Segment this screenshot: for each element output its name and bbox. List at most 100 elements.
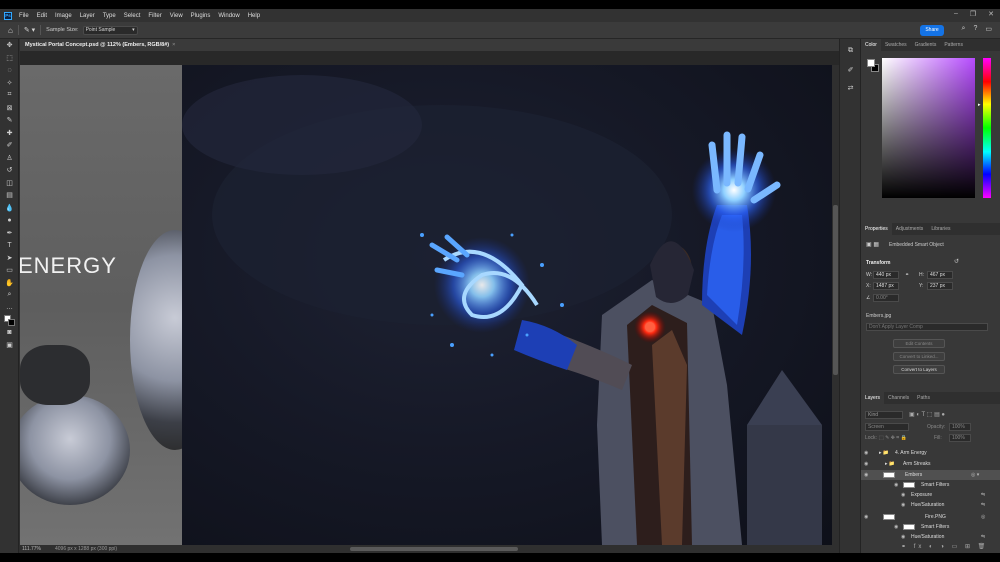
- visibility-eye-icon[interactable]: ◉: [901, 532, 905, 542]
- tab-color[interactable]: Color: [861, 39, 881, 51]
- adjust-panel-icon[interactable]: ⇄: [840, 82, 861, 95]
- lock-icons[interactable]: ⬚ ✎ ✥ ⌗ 🔒: [879, 435, 907, 441]
- layer-row[interactable]: ◉ Exposure ⇋: [861, 490, 1000, 500]
- filter-options-icon[interactable]: ⇋: [981, 490, 985, 500]
- menu-layer[interactable]: Layer: [76, 13, 99, 19]
- brush-tool-icon[interactable]: ✐: [0, 139, 19, 152]
- filter-options-icon[interactable]: ⇋: [981, 532, 985, 542]
- path-select-tool-icon[interactable]: ➤: [0, 252, 19, 265]
- brush-settings-icon[interactable]: ✐: [840, 64, 861, 77]
- workspace-icon[interactable]: ▭: [985, 25, 992, 33]
- visibility-eye-icon[interactable]: ◉: [864, 512, 868, 522]
- help-icon[interactable]: ?: [973, 25, 977, 33]
- angle-field[interactable]: 0.00°: [873, 294, 899, 302]
- x-field[interactable]: 1487 px: [873, 282, 899, 290]
- tab-paths[interactable]: Paths: [913, 392, 934, 404]
- visibility-eye-icon[interactable]: ◉: [864, 459, 868, 469]
- tab-channels[interactable]: Channels: [884, 392, 913, 404]
- gradient-tool-icon[interactable]: ▤: [0, 189, 19, 202]
- foreground-color-swatch[interactable]: [867, 59, 875, 67]
- layer-row[interactable]: ◉ Smart Filters: [861, 522, 1000, 532]
- height-field[interactable]: 467 px: [927, 271, 953, 279]
- menu-edit[interactable]: Edit: [33, 13, 51, 19]
- layer-comp-select[interactable]: Don't Apply Layer Comp: [866, 323, 988, 331]
- menu-window[interactable]: Window: [214, 13, 243, 19]
- lasso-tool-icon[interactable]: ◌: [0, 64, 19, 77]
- layer-row[interactable]: ◉ Hue/Saturation ⇋: [861, 500, 1000, 510]
- screen-mode-icon[interactable]: ▣: [0, 339, 19, 352]
- more-tools-icon[interactable]: …: [0, 302, 19, 315]
- tab-properties[interactable]: Properties: [861, 223, 892, 235]
- document-tab[interactable]: Mystical Portal Concept.psd @ 112% (Embe…: [20, 39, 839, 51]
- layer-row[interactable]: ◉ Smart Filters: [861, 480, 1000, 490]
- eyedropper-tool-icon[interactable]: ✎ ▾: [24, 26, 35, 34]
- vertical-scrollbar[interactable]: [832, 65, 839, 545]
- restore-icon[interactable]: ❐: [970, 10, 976, 18]
- layer-filter-kind[interactable]: Kind: [865, 411, 903, 419]
- visibility-eye-icon[interactable]: ◉: [864, 448, 868, 458]
- menu-type[interactable]: Type: [99, 13, 120, 19]
- tab-swatches[interactable]: Swatches: [881, 39, 911, 51]
- layer-filter-icons[interactable]: ▣ ◐ T ⬚ ▤ ●: [909, 411, 945, 418]
- tab-patterns[interactable]: Patterns: [940, 39, 967, 51]
- quick-select-tool-icon[interactable]: ✧: [0, 77, 19, 90]
- y-field[interactable]: 237 px: [927, 282, 953, 290]
- blur-tool-icon[interactable]: 💧: [0, 202, 19, 215]
- menu-select[interactable]: Select: [120, 13, 145, 19]
- tab-adjustments[interactable]: Adjustments: [892, 223, 928, 235]
- layer-row[interactable]: ◉ Fire.PNG ◎: [861, 512, 1000, 522]
- close-icon[interactable]: ✕: [988, 10, 994, 18]
- layers-footer-icons[interactable]: ⚭ fx ◐ ◑ ▭ ⊞ 🗑: [901, 543, 988, 550]
- blend-mode-select[interactable]: Screen: [865, 423, 909, 431]
- dodge-tool-icon[interactable]: ●: [0, 214, 19, 227]
- layer-row[interactable]: ◉ ▸ 📁 4. Arm Energy: [861, 448, 1000, 458]
- layer-row-selected[interactable]: ◉ Embers ◎ ▾: [861, 470, 1000, 480]
- vertical-scroll-thumb[interactable]: [833, 205, 838, 375]
- stamp-tool-icon[interactable]: ♙: [0, 152, 19, 165]
- marquee-tool-icon[interactable]: ⬚: [0, 52, 19, 65]
- menu-help[interactable]: Help: [244, 13, 264, 19]
- foreground-background-swatches[interactable]: [0, 314, 19, 327]
- width-field[interactable]: 440 px: [873, 271, 899, 279]
- zoom-tool-icon[interactable]: ⌕: [0, 289, 19, 302]
- visibility-eye-icon[interactable]: ◉: [901, 490, 905, 500]
- canvas-left-region[interactable]: ENERGY: [20, 65, 182, 545]
- move-tool-icon[interactable]: ✥: [0, 39, 19, 52]
- menu-file[interactable]: File: [15, 13, 33, 19]
- shape-tool-icon[interactable]: ▭: [0, 264, 19, 277]
- link-dimensions-icon[interactable]: ⚭: [905, 272, 909, 278]
- visibility-eye-icon[interactable]: ◉: [864, 470, 868, 480]
- filter-options-icon[interactable]: ⇋: [981, 500, 985, 510]
- tab-gradients[interactable]: Gradients: [911, 39, 941, 51]
- zoom-level[interactable]: 111.77%: [22, 546, 41, 552]
- tab-layers[interactable]: Layers: [861, 392, 885, 404]
- visibility-eye-icon[interactable]: ◉: [894, 480, 898, 490]
- minimize-icon[interactable]: –: [954, 10, 958, 18]
- color-field[interactable]: [882, 58, 975, 198]
- history-brush-tool-icon[interactable]: ↺: [0, 164, 19, 177]
- artboard-canvas[interactable]: [182, 65, 832, 545]
- visibility-eye-icon[interactable]: ◉: [901, 500, 905, 510]
- hue-slider[interactable]: [983, 58, 991, 198]
- menu-view[interactable]: View: [166, 13, 187, 19]
- layer-row[interactable]: ◉ ▸ 📁 Arm Streaks: [861, 459, 1000, 469]
- quick-mask-icon[interactable]: ◙: [0, 327, 19, 340]
- close-tab-icon[interactable]: ×: [172, 42, 175, 48]
- history-panel-icon[interactable]: ⧉: [840, 45, 861, 58]
- pen-tool-icon[interactable]: ✒: [0, 227, 19, 240]
- opacity-field[interactable]: 100%: [949, 423, 971, 431]
- eyedropper-tool-icon[interactable]: ✎: [0, 114, 19, 127]
- search-icon[interactable]: ⌕: [962, 25, 966, 33]
- home-icon[interactable]: ⌂: [8, 26, 13, 35]
- reset-transform-icon[interactable]: ↺: [954, 258, 959, 265]
- menu-image[interactable]: Image: [51, 13, 76, 19]
- menu-plugins[interactable]: Plugins: [187, 13, 215, 19]
- fill-field[interactable]: 100%: [949, 434, 971, 442]
- convert-to-linked-button[interactable]: Convert to Linked...: [893, 352, 945, 361]
- crop-tool-icon[interactable]: ⌗: [0, 89, 19, 102]
- layer-row[interactable]: ◉ Hue/Saturation ⇋: [861, 532, 1000, 542]
- type-tool-icon[interactable]: T: [0, 239, 19, 252]
- frame-tool-icon[interactable]: ⊠: [0, 102, 19, 115]
- hue-slider-marker[interactable]: ▸: [978, 102, 981, 108]
- hand-tool-icon[interactable]: ✋: [0, 277, 19, 290]
